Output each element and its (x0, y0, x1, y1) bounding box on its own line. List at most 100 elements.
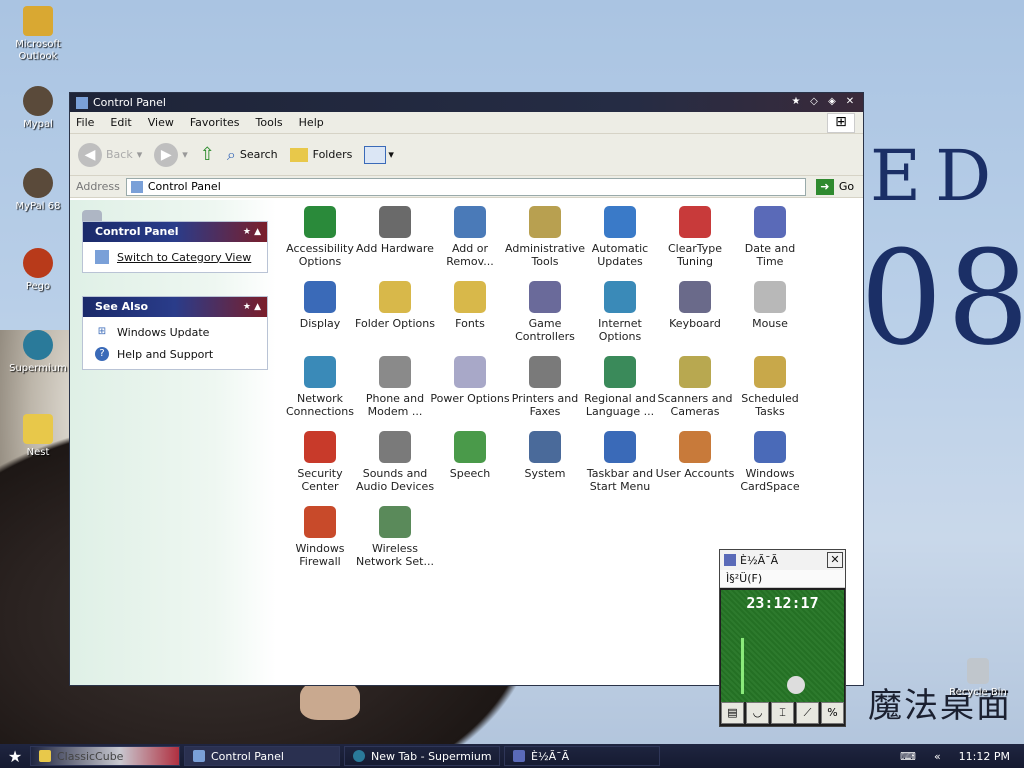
task-box-header[interactable]: Control Panel ★ ▲ (83, 222, 267, 242)
ball-graphic (787, 676, 805, 694)
forward-button[interactable]: ▶ ▾ (154, 142, 188, 167)
cp-item-windows-cardspace[interactable]: Windows CardSpace (730, 431, 810, 493)
cp-item-label: Taskbar and Start Menu (586, 467, 654, 493)
cp-item-internet-options[interactable]: Internet Options (580, 281, 660, 343)
cp-item-sounds-and-audio-devices[interactable]: Sounds and Audio Devices (355, 431, 435, 493)
cp-item-date-and-time[interactable]: Date and Time (730, 206, 810, 268)
tray-expand-icon[interactable]: « (934, 750, 941, 763)
address-field[interactable]: Control Panel (125, 177, 806, 196)
cp-item-system[interactable]: System (505, 431, 585, 480)
cp-item-icon (379, 356, 411, 388)
desktop-icon-recycle-bin[interactable]: Recycle Bin (938, 658, 1018, 699)
title-bar[interactable]: Control Panel ★ ◇ ◈ ✕ (70, 93, 863, 112)
cp-item-network-connections[interactable]: Network Connections (280, 356, 360, 418)
cp-item-icon (754, 206, 786, 238)
cp-item-cleartype-tuning[interactable]: ClearType Tuning (655, 206, 735, 268)
cp-item-regional-and-language[interactable]: Regional and Language ... (580, 356, 660, 418)
up-button[interactable]: ⇧ (200, 144, 215, 165)
percent-icon[interactable]: % (821, 702, 844, 724)
back-button[interactable]: ◀ Back ▾ (78, 142, 142, 167)
syringe-icon[interactable]: ⟋ (796, 702, 819, 724)
folders-button[interactable]: Folders (289, 147, 352, 162)
notes-icon[interactable]: ▤ (721, 702, 744, 724)
toolbar: ◀ Back ▾ ▶ ▾ ⇧ ⌕ Search Folders ▾ (70, 134, 863, 176)
cp-item-accessibility-options[interactable]: Accessibility Options (280, 206, 360, 268)
minimize-button[interactable]: ◇ (807, 95, 821, 109)
control-panel-icon (193, 750, 205, 762)
cp-item-label: Phone and Modem ... (365, 392, 425, 418)
desktop-icon-mypal68[interactable]: MyPal 68 (0, 168, 76, 213)
recycle-bin-icon (967, 658, 989, 684)
cp-item-display[interactable]: Display (280, 281, 360, 330)
cp-item-printers-and-faxes[interactable]: Printers and Faxes (505, 356, 585, 418)
cp-item-icon (454, 431, 486, 463)
forward-arrow-icon: ▶ (154, 142, 179, 167)
search-button[interactable]: ⌕ Search (227, 145, 278, 165)
desktop-icon-outlook[interactable]: Microsoft Outlook (0, 6, 76, 63)
cp-item-icon (604, 281, 636, 313)
task-gadget[interactable]: È½Ã¯Ã (504, 746, 660, 766)
desktop-icon-supermium[interactable]: Supermium (0, 330, 76, 375)
cp-item-user-accounts[interactable]: User Accounts (655, 431, 735, 480)
menu-view[interactable]: View (148, 116, 174, 129)
go-button[interactable]: ➜ Go (815, 178, 854, 195)
cp-item-security-center[interactable]: Security Center (280, 431, 360, 493)
cp-item-game-controllers[interactable]: Game Controllers (505, 281, 585, 343)
task-classiccube[interactable]: ClassicCube (30, 746, 180, 766)
cp-item-keyboard[interactable]: Keyboard (655, 281, 735, 330)
close-button[interactable]: ✕ (843, 95, 857, 109)
cp-item-mouse[interactable]: Mouse (730, 281, 810, 330)
cp-item-icon (604, 356, 636, 388)
cp-item-power-options[interactable]: Power Options (430, 356, 510, 405)
cp-item-label: Display (299, 317, 341, 330)
menu-file[interactable]: File (76, 116, 94, 129)
menu-tools[interactable]: Tools (256, 116, 283, 129)
maximize-button[interactable]: ◈ (825, 95, 839, 109)
gadget-menu[interactable]: Ì§²Ü(F) (720, 570, 845, 588)
start-button[interactable]: ★ (0, 747, 30, 766)
cp-item-icon (604, 206, 636, 238)
cp-item-scheduled-tasks[interactable]: Scheduled Tasks (730, 356, 810, 418)
cp-item-speech[interactable]: Speech (430, 431, 510, 480)
cp-item-windows-firewall[interactable]: Windows Firewall (280, 506, 360, 568)
clock[interactable]: 11:12 PM (959, 750, 1010, 763)
cp-item-fonts[interactable]: Fonts (430, 281, 510, 330)
bowl-icon[interactable]: ◡ (746, 702, 769, 724)
cp-item-icon (379, 281, 411, 313)
keyboard-icon[interactable]: ⌨ (900, 750, 916, 763)
cp-item-add-or-remov[interactable]: Add or Remov... (430, 206, 510, 268)
desktop-icon-mypal[interactable]: Mypal (0, 86, 76, 131)
switch-category-view-link[interactable]: Switch to Category View (83, 242, 267, 272)
cp-item-folder-options[interactable]: Folder Options (355, 281, 435, 330)
cp-item-automatic-updates[interactable]: Automatic Updates (580, 206, 660, 268)
desktop-icon-nest[interactable]: Nest (0, 414, 76, 459)
cp-item-icon (454, 281, 486, 313)
desktop-icon-pego[interactable]: Pego (0, 248, 76, 293)
cp-item-add-hardware[interactable]: Add Hardware (355, 206, 435, 255)
windows-update-link[interactable]: ⊞ Windows Update (83, 317, 267, 343)
system-tray: ⌨ « 11:12 PM (900, 744, 1024, 768)
menu-edit[interactable]: Edit (110, 116, 131, 129)
star-icon: ★ (791, 96, 801, 107)
task-box-header[interactable]: See Also ★ ▲ (83, 297, 267, 317)
cp-item-taskbar-and-start-menu[interactable]: Taskbar and Start Menu (580, 431, 660, 493)
cp-item-phone-and-modem[interactable]: Phone and Modem ... (355, 356, 435, 418)
control-panel-icon (76, 96, 88, 109)
menu-favorites[interactable]: Favorites (190, 116, 240, 129)
menu-help[interactable]: Help (299, 116, 324, 129)
cp-item-icon (679, 206, 711, 238)
cp-item-wireless-network-set[interactable]: Wireless Network Set... (355, 506, 435, 568)
views-button[interactable]: ▾ (364, 145, 394, 164)
close-button[interactable]: ✕ (827, 552, 843, 568)
cp-item-administrative-tools[interactable]: Administrative Tools (505, 206, 585, 268)
task-control-panel[interactable]: Control Panel (184, 746, 340, 766)
control-panel-icon (130, 180, 143, 193)
help-support-link[interactable]: ? Help and Support (83, 343, 267, 369)
brush-icon[interactable]: ⌶ (771, 702, 794, 724)
cp-item-label: Power Options (430, 392, 510, 405)
task-supermium[interactable]: New Tab - Supermium (344, 746, 500, 766)
cp-item-icon (679, 281, 711, 313)
gadget-title-bar[interactable]: È½Ã¯Ã ✕ (720, 550, 845, 570)
cp-item-scanners-and-cameras[interactable]: Scanners and Cameras (655, 356, 735, 418)
cp-item-label: Printers and Faxes (511, 392, 579, 418)
